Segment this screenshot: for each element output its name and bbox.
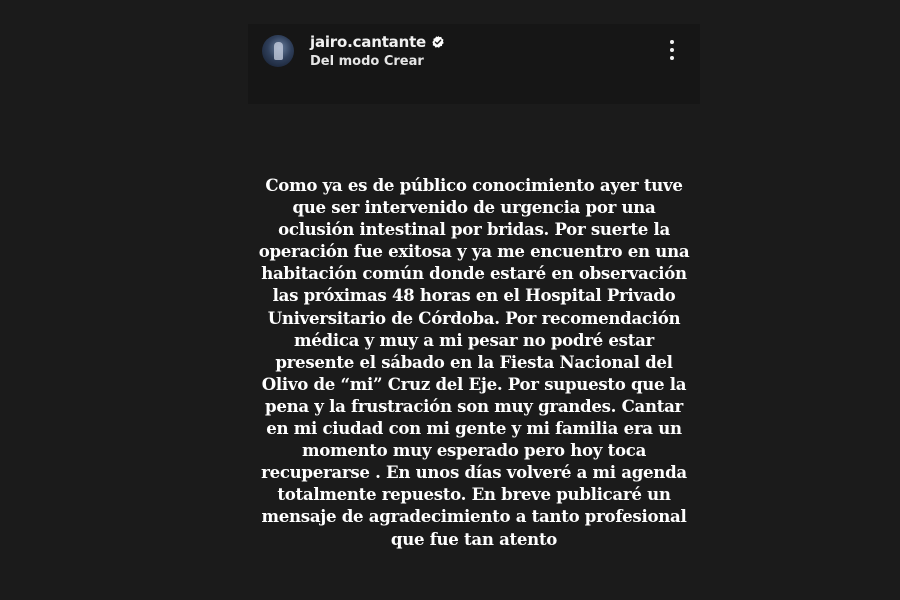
username-row: jairo.cantante (310, 32, 445, 52)
more-vertical-icon-dot (670, 40, 674, 44)
more-vertical-icon-dot (670, 56, 674, 60)
username-link[interactable]: jairo.cantante (310, 33, 426, 51)
story-header: jairo.cantante Del modo Crear (248, 24, 700, 104)
avatar[interactable] (262, 35, 294, 67)
more-options-button[interactable] (662, 38, 684, 62)
more-vertical-icon-dot (670, 48, 674, 52)
story-text: Como ya es de público conocimiento ayer … (258, 175, 690, 549)
story-source-label: Del modo Crear (310, 54, 424, 69)
verified-badge-icon (432, 35, 444, 48)
avatar-performer-figure (274, 42, 283, 60)
